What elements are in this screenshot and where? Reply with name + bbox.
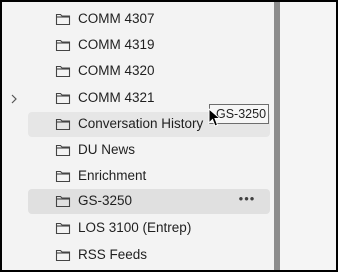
app-frame: COMM 4307 COMM 4319 COMM 4320 COMM 4321 … (0, 0, 338, 272)
frame-border-top (0, 0, 338, 2)
folder-icon (55, 118, 71, 131)
folder-item-los-3100[interactable]: LOS 3100 (Entrep) (28, 216, 270, 241)
folder-icon (55, 92, 71, 105)
folder-item-gs-3250[interactable]: GS-3250 ••• (28, 189, 270, 214)
folder-label: RSS Feeds (78, 247, 148, 262)
folder-item-comm-4320[interactable]: COMM 4320 (28, 59, 270, 84)
folder-label: Conversation History (78, 116, 204, 131)
folder-item-du-news[interactable]: DU News (28, 138, 270, 163)
folder-pane: COMM 4307 COMM 4319 COMM 4320 COMM 4321 … (2, 2, 274, 270)
folder-item-comm-4319[interactable]: COMM 4319 (28, 33, 270, 58)
frame-border-left (0, 0, 2, 272)
folder-item-comm-4307[interactable]: COMM 4307 (28, 7, 270, 32)
folder-item-enrichment[interactable]: Enrichment (28, 164, 270, 189)
mouse-cursor-icon (208, 108, 222, 127)
message-list-pane (280, 2, 336, 270)
folder-label: COMM 4321 (78, 90, 155, 105)
folder-label: Enrichment (78, 168, 147, 183)
folder-item-rss-feeds[interactable]: RSS Feeds (28, 243, 270, 268)
folder-icon (55, 65, 71, 78)
folder-label: COMM 4307 (78, 11, 155, 26)
folder-icon (55, 144, 71, 157)
folder-label: DU News (78, 142, 136, 157)
chevron-right-icon[interactable] (7, 92, 21, 106)
folder-icon (55, 39, 71, 52)
folder-icon (55, 222, 71, 235)
folder-icon (55, 170, 71, 183)
folder-label: COMM 4319 (78, 37, 155, 52)
folder-label: COMM 4320 (78, 63, 155, 78)
folder-icon (55, 13, 71, 26)
folder-icon (55, 195, 71, 208)
folder-label: GS-3250 (78, 193, 133, 208)
folder-label: LOS 3100 (Entrep) (78, 220, 192, 235)
more-options-icon[interactable]: ••• (234, 192, 260, 210)
folder-icon (55, 249, 71, 262)
